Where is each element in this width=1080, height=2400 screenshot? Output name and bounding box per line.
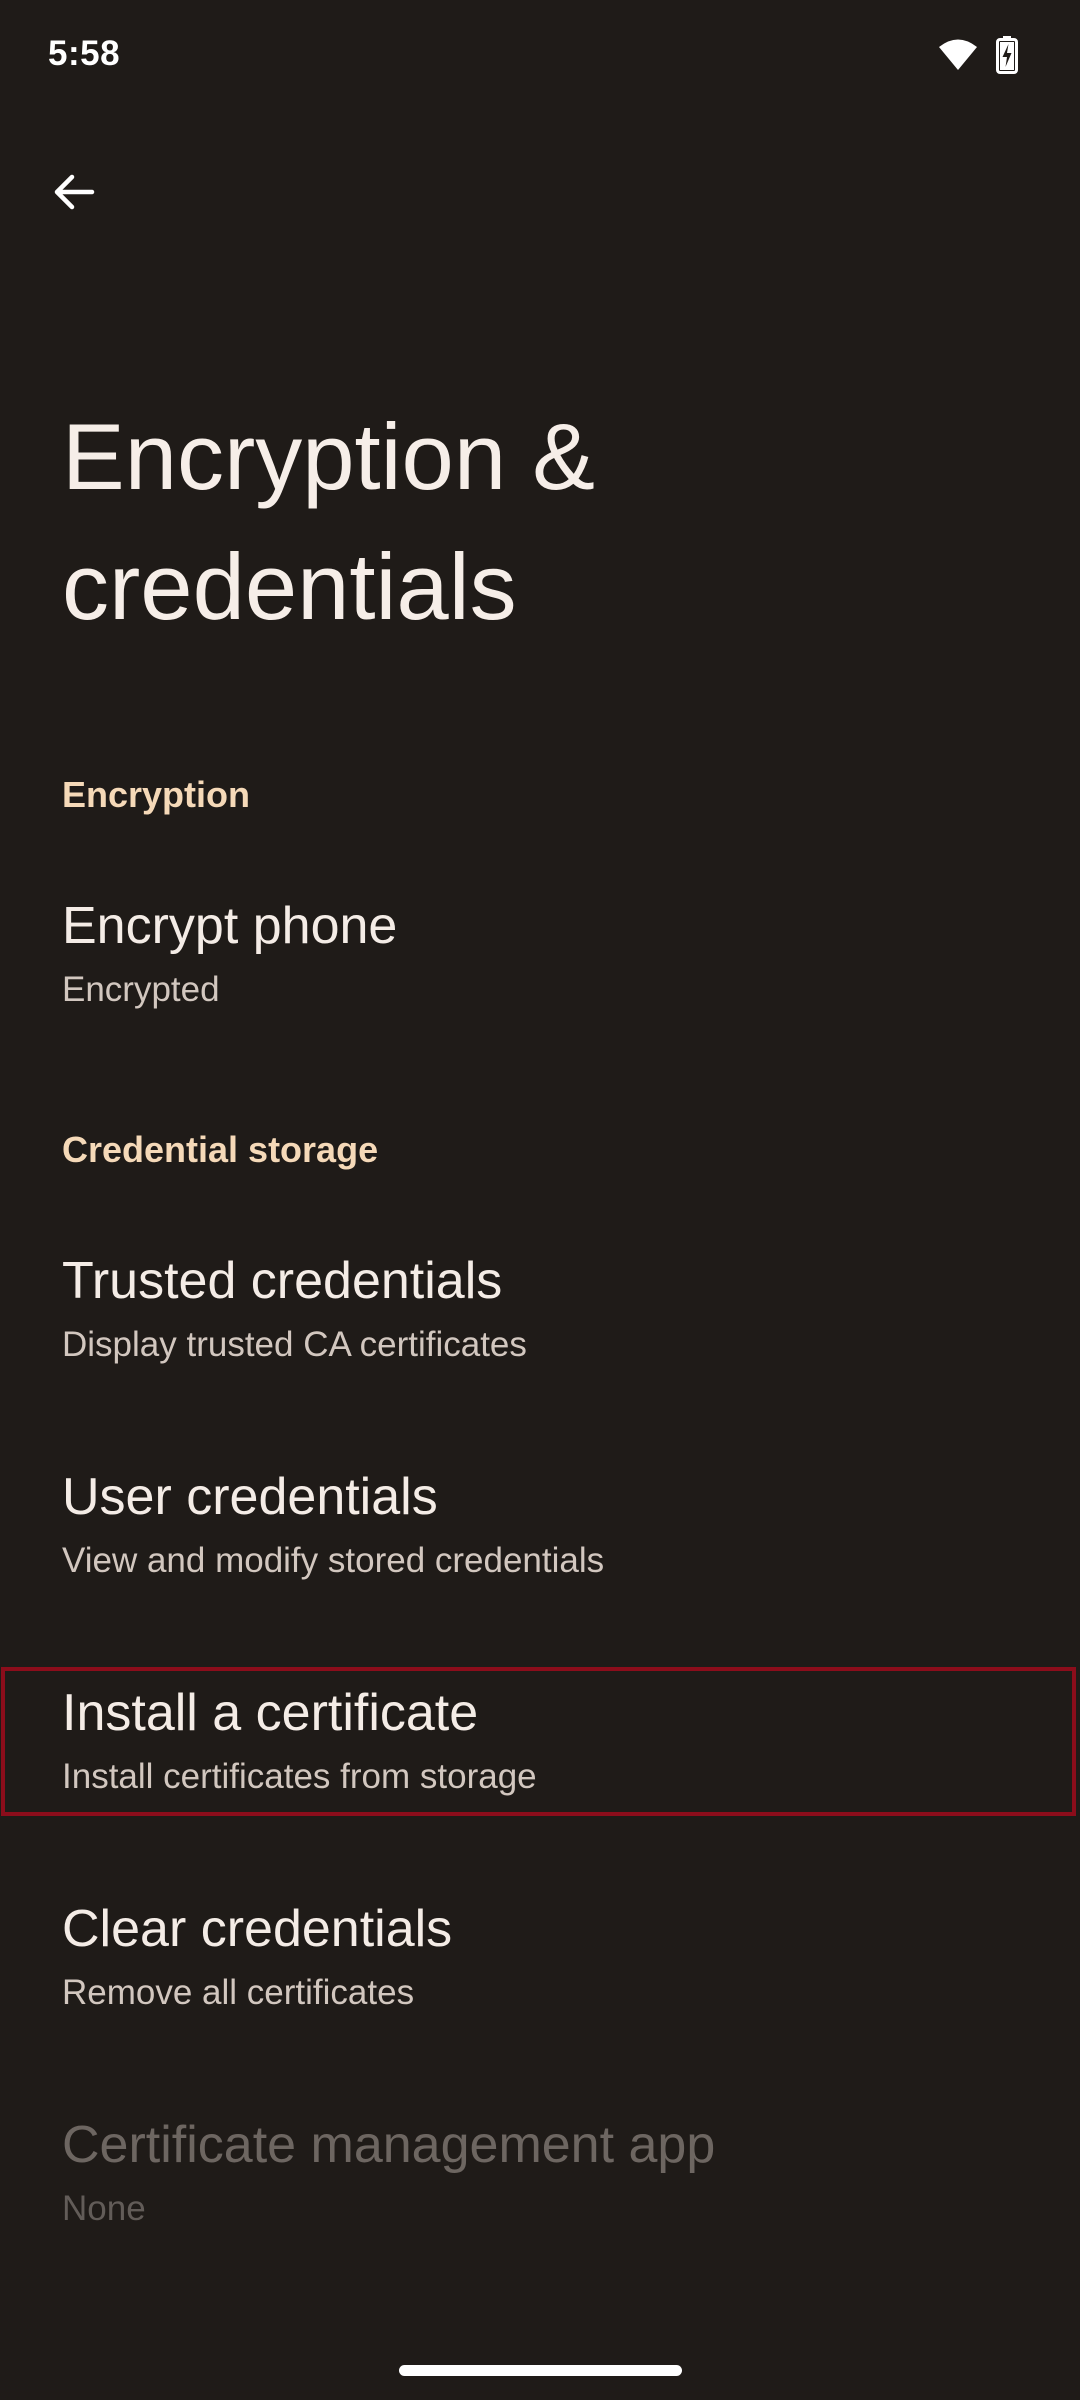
pref-title: Trusted credentials xyxy=(62,1252,503,1310)
pref-title: Clear credentials xyxy=(62,1900,453,1958)
pref-clear-credentials[interactable]: Clear credentials Remove all certificate… xyxy=(0,1875,1080,2025)
page-title-line-2: credentials xyxy=(62,534,517,639)
pref-encrypt-phone[interactable]: Encrypt phone Encrypted xyxy=(0,872,1080,1022)
pref-summary: Display trusted CA certificates xyxy=(62,1325,527,1364)
pref-title: Encrypt phone xyxy=(62,897,398,955)
pref-title: User credentials xyxy=(62,1468,438,1526)
pref-summary: None xyxy=(62,2189,146,2228)
pref-summary: Encrypted xyxy=(62,970,220,1009)
pref-summary: Remove all certificates xyxy=(62,1973,415,2012)
status-time: 5:58 xyxy=(48,34,121,73)
pref-user-credentials[interactable]: User credentials View and modify stored … xyxy=(0,1443,1080,1593)
pref-summary: Install certificates from storage xyxy=(62,1757,537,1796)
gesture-navigation-handle[interactable] xyxy=(399,2365,682,2376)
pref-summary: View and modify stored credentials xyxy=(62,1541,605,1580)
status-bar: 5:58 xyxy=(0,0,1080,118)
pref-install-certificate[interactable]: Install a certificate Install certificat… xyxy=(0,1659,1080,1809)
status-icons xyxy=(938,36,1018,79)
pref-trusted-credentials[interactable]: Trusted credentials Display trusted CA c… xyxy=(0,1227,1080,1377)
wifi-icon xyxy=(938,38,978,77)
back-button[interactable] xyxy=(30,150,118,238)
page-title: Encryption & credentials xyxy=(62,392,962,652)
battery-charging-icon xyxy=(996,36,1018,79)
pref-title: Install a certificate xyxy=(62,1684,479,1742)
page-title-line-1: Encryption & xyxy=(62,404,595,509)
section-header-credential-storage: Credential storage xyxy=(62,1129,379,1170)
section-header-encryption: Encryption xyxy=(62,774,251,815)
pref-title: Certificate management app xyxy=(62,2116,716,2174)
arrow-back-icon xyxy=(50,168,98,221)
pref-certificate-management-app: Certificate management app None xyxy=(0,2091,1080,2241)
